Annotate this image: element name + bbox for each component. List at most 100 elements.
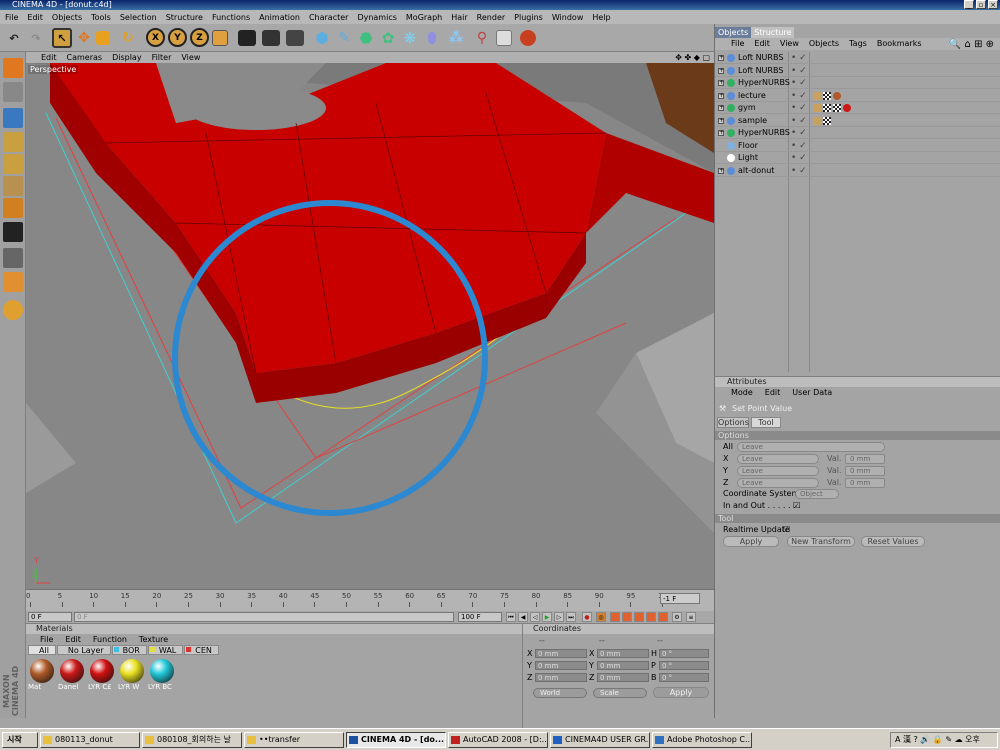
reset-values-button[interactable]: Reset Values: [861, 536, 925, 547]
expand-toggle-icon[interactable]: +: [718, 67, 724, 74]
apply-button[interactable]: Apply: [723, 536, 779, 547]
expand-toggle-icon[interactable]: +: [718, 92, 724, 99]
tab-objects[interactable]: Objects: [715, 27, 752, 38]
attributes-menu-mode[interactable]: Mode: [731, 387, 753, 398]
undo-icon[interactable]: ↶: [4, 28, 24, 48]
scale-icon[interactable]: [96, 31, 110, 45]
viewport-menu-view[interactable]: View: [181, 52, 200, 63]
end-frame-field[interactable]: 100 F: [458, 612, 502, 622]
objects-menu-objects[interactable]: Objects: [809, 38, 839, 50]
material-tab[interactable]: All: [28, 645, 56, 655]
object-row[interactable]: + HyperNURBS • ✓: [715, 127, 1000, 139]
tweak-mode-icon[interactable]: [3, 198, 23, 218]
coord-apply-button[interactable]: Apply: [653, 687, 709, 698]
tab-options[interactable]: Options: [717, 417, 749, 428]
objects-menu-file[interactable]: File: [731, 38, 744, 50]
material-tab[interactable]: No Layer: [56, 645, 111, 655]
phong-tag-icon[interactable]: [813, 91, 821, 100]
next-frame-icon[interactable]: ▷: [554, 612, 564, 622]
object-row[interactable]: + alt-donut • ✓: [715, 165, 1000, 177]
attributes-menu-edit[interactable]: Edit: [765, 387, 781, 398]
visibility-dots-icon[interactable]: • ✓: [791, 90, 807, 102]
spline-icon[interactable]: ✎: [334, 28, 354, 48]
objects-menu-view[interactable]: View: [780, 38, 799, 50]
taskbar-task[interactable]: CINEMA4D USER GR...: [550, 732, 650, 748]
viewport-menu-display[interactable]: Display: [112, 52, 142, 63]
settings-icon[interactable]: [496, 30, 512, 46]
render-view-icon[interactable]: [238, 30, 256, 46]
close-button[interactable]: ×: [988, 0, 998, 9]
object-row[interactable]: + Loft NURBS • ✓: [715, 65, 1000, 77]
camera-icon[interactable]: ⚲: [472, 28, 492, 48]
visibility-dots-icon[interactable]: • ✓: [791, 65, 807, 77]
object-row[interactable]: + gym • ✓: [715, 102, 1000, 114]
particle-icon[interactable]: ⁂: [446, 28, 466, 48]
texture-tag-icon[interactable]: [823, 91, 831, 100]
object-row[interactable]: + Loft NURBS • ✓: [715, 52, 1000, 64]
expand-toggle-icon[interactable]: +: [718, 80, 724, 86]
x-axis-lock-icon[interactable]: X: [146, 28, 165, 47]
workplane-icon[interactable]: [3, 248, 23, 268]
axis-value-field[interactable]: 0 mm: [845, 466, 885, 476]
material-item[interactable]: LYR C£: [88, 659, 116, 695]
deformer-icon[interactable]: ❋: [400, 28, 420, 48]
axis-value-field[interactable]: 0 mm: [845, 454, 885, 464]
tab-tool[interactable]: Tool: [751, 417, 781, 428]
use-polygons-icon[interactable]: [3, 154, 23, 174]
animation-mode-icon[interactable]: [3, 272, 23, 292]
axis-mode-dropdown[interactable]: Leave: [737, 478, 819, 488]
coord-rotation-field[interactable]: 0 °: [659, 661, 709, 670]
texture-tag-icon[interactable]: [823, 116, 831, 125]
materials-menu-edit[interactable]: Edit: [65, 634, 81, 645]
taskbar-task[interactable]: CINEMA 4D - [do...: [346, 732, 446, 748]
object-row[interactable]: Light • ✓: [715, 152, 1000, 164]
coord-rotation-field[interactable]: 0 °: [659, 673, 709, 682]
axis-mode-dropdown[interactable]: Leave: [737, 454, 819, 464]
redo-icon[interactable]: ↷: [26, 28, 46, 48]
visibility-dots-icon[interactable]: • ✓: [791, 127, 807, 139]
phong-tag-icon[interactable]: [813, 116, 821, 125]
current-frame-slider[interactable]: 0 F: [74, 612, 454, 622]
materials-menu-file[interactable]: File: [40, 634, 53, 645]
menu-animation[interactable]: Animation: [259, 13, 300, 22]
expand-toggle-icon[interactable]: +: [718, 167, 724, 174]
axis-value-field[interactable]: 0 mm: [845, 478, 885, 488]
texture-tag-icon[interactable]: [833, 104, 841, 112]
menu-help[interactable]: Help: [592, 13, 610, 22]
material-item[interactable]: LYR BC: [148, 659, 176, 695]
start-frame-field[interactable]: 0 F: [28, 612, 72, 622]
autokey-icon[interactable]: ◎: [596, 612, 606, 622]
rotate-icon[interactable]: ↻: [118, 28, 138, 48]
menu-mograph[interactable]: MoGraph: [406, 13, 442, 22]
render-picture-viewer-icon[interactable]: [262, 30, 280, 46]
phong-tag-icon[interactable]: [813, 104, 821, 112]
play-icon[interactable]: ▶: [542, 612, 552, 622]
axis-mode-dropdown[interactable]: Leave: [737, 466, 819, 476]
key-rotation-icon[interactable]: [634, 612, 644, 622]
coord-position-field[interactable]: 0 mm: [535, 661, 587, 670]
coord-system-dropdown[interactable]: World: [533, 688, 587, 698]
expand-toggle-icon[interactable]: +: [718, 105, 724, 111]
menu-character[interactable]: Character: [309, 13, 349, 22]
taskbar-task[interactable]: AutoCAD 2008 - [D:...: [448, 732, 548, 748]
perspective-viewport[interactable]: Y Z Perspective: [26, 63, 714, 589]
taskbar-task[interactable]: ••transfer: [244, 732, 344, 748]
y-axis-lock-icon[interactable]: Y: [168, 28, 187, 47]
objects-search-icon[interactable]: 🔍 ⌂ ⊞ ⊕: [949, 39, 994, 51]
menu-functions[interactable]: Functions: [212, 13, 250, 22]
object-row[interactable]: Floor • ✓: [715, 140, 1000, 152]
restore-button[interactable]: ▫: [976, 0, 986, 9]
material-tab[interactable]: CEN: [184, 645, 219, 655]
coord-size-field[interactable]: 0 mm: [597, 673, 649, 682]
visibility-dots-icon[interactable]: • ✓: [791, 165, 807, 177]
key-position-icon[interactable]: [610, 612, 620, 622]
render-settings-icon[interactable]: [286, 30, 304, 46]
menu-hair[interactable]: Hair: [451, 13, 467, 22]
menu-structure[interactable]: Structure: [166, 13, 203, 22]
expand-toggle-icon[interactable]: +: [718, 55, 724, 61]
material-tab[interactable]: WAL: [147, 645, 184, 655]
visibility-dots-icon[interactable]: • ✓: [791, 140, 807, 152]
cube-primitive-icon[interactable]: ⬢: [312, 28, 332, 48]
coord-position-field[interactable]: 0 mm: [535, 673, 587, 682]
key-scale-icon[interactable]: [622, 612, 632, 622]
